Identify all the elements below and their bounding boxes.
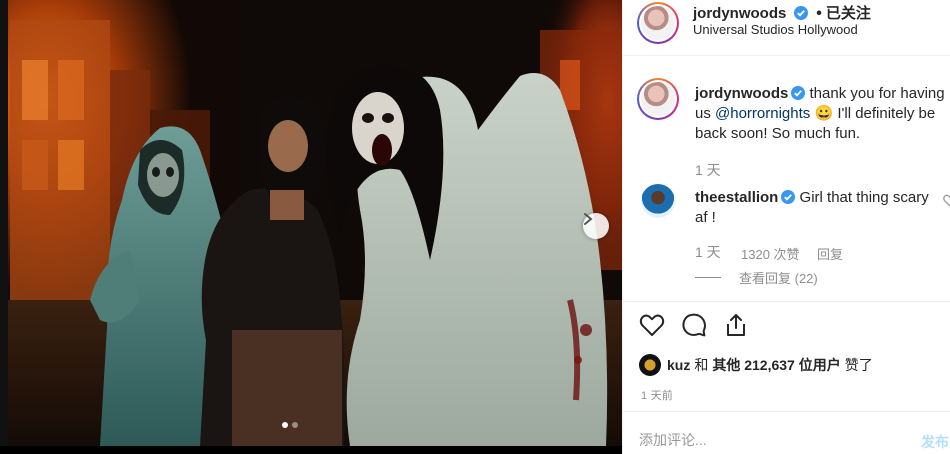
caption-avatar[interactable]	[637, 78, 679, 120]
add-comment-bar: 发布	[623, 411, 950, 454]
caption-text: jordynwoods thank you for having us @hor…	[695, 84, 950, 144]
post-comment-button[interactable]: 发布	[921, 432, 949, 452]
post-header: jordynwoods • 已关注 Universal Studios Holly…	[623, 0, 950, 56]
carousel-dot	[292, 422, 298, 428]
post-timestamp[interactable]: 1 天前	[641, 387, 673, 403]
commenter-avatar[interactable]	[641, 184, 675, 218]
comment-reply-button[interactable]: 回复	[817, 244, 843, 263]
view-replies-divider	[695, 277, 721, 278]
caption-time[interactable]: 1 天	[695, 160, 721, 180]
likes-suffix: 赞了	[844, 357, 873, 373]
post-actions	[639, 312, 749, 338]
comments-list[interactable]: jordynwoods thank you for having us @hor…	[623, 56, 950, 302]
photo-left-edge	[0, 0, 8, 454]
post-side-panel: jordynwoods • 已关注 Universal Studios Holly…	[622, 0, 950, 454]
photo-scene	[0, 0, 622, 454]
comment-text: theestallion Girl that thing scary af !	[695, 188, 937, 228]
comment-likes[interactable]: 1320 次赞	[741, 244, 800, 263]
caption-username[interactable]: jordynwoods	[695, 85, 788, 102]
carousel-indicator	[282, 422, 298, 428]
photo-bottom-edge	[0, 446, 622, 454]
heart-outline-icon[interactable]	[943, 194, 950, 207]
likes-count[interactable]: 其他 212,637 位用户	[712, 355, 840, 375]
verified-icon	[791, 86, 806, 100]
verified-icon	[793, 6, 808, 20]
post-photo[interactable]	[0, 0, 622, 454]
author-username[interactable]: jordynwoods	[693, 5, 786, 22]
share-icon[interactable]	[723, 312, 749, 338]
chevron-right-icon	[584, 213, 593, 225]
liker-name[interactable]: kuz	[667, 357, 690, 373]
post-location[interactable]: Universal Studios Hollywood	[693, 22, 858, 37]
verified-icon	[781, 190, 796, 204]
carousel-dot-active	[282, 422, 288, 428]
caption-emoji: 😀	[814, 105, 834, 122]
view-replies-button[interactable]: 查看回复 (22)	[739, 268, 818, 287]
likes-summary[interactable]: kuz 和 其他 212,637 位用户 赞了	[639, 354, 873, 376]
likes-and: 和	[694, 357, 709, 373]
comment-input[interactable]	[639, 432, 919, 448]
follow-separator: •	[816, 5, 822, 22]
follow-status-button[interactable]: 已关注	[826, 5, 871, 22]
liker-avatar[interactable]	[639, 354, 661, 376]
commenter-username[interactable]: theestallion	[695, 189, 778, 206]
author-avatar[interactable]	[637, 2, 679, 44]
heart-icon[interactable]	[639, 312, 665, 338]
caption-mention-link[interactable]: @horrornights	[715, 105, 810, 122]
comment-time[interactable]: 1 天	[695, 242, 721, 262]
next-photo-button[interactable]	[583, 213, 609, 239]
comment-icon[interactable]	[681, 312, 707, 338]
